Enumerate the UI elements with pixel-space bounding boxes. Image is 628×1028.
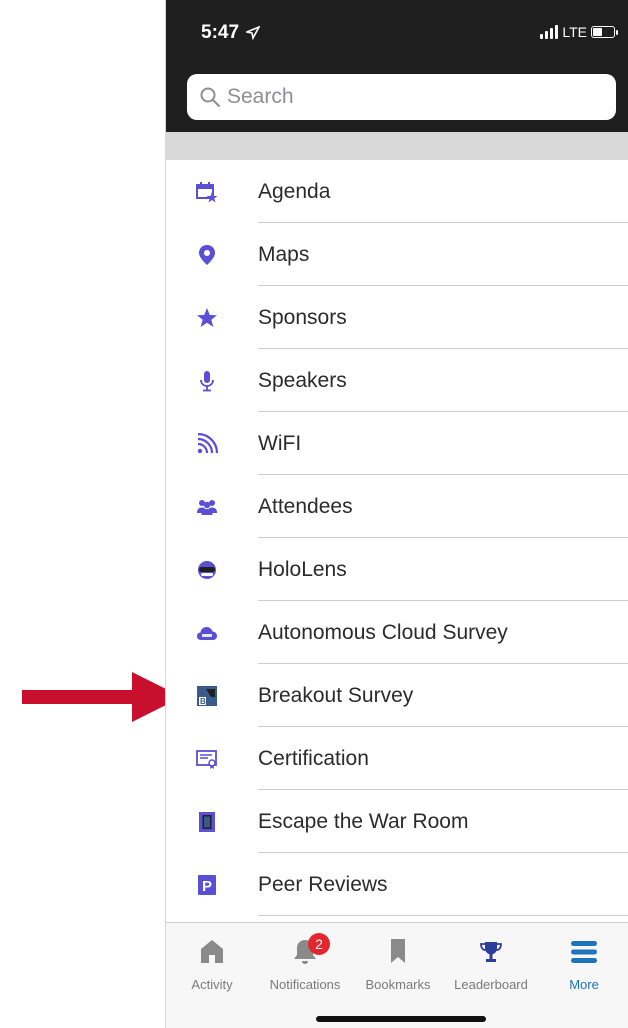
menu-item-label: Attendees [258,494,353,518]
svg-text:B: B [200,697,206,706]
map-pin-icon [196,244,218,266]
star-icon [196,307,218,329]
menu-item-wifi[interactable]: WiFI [166,412,628,475]
app-header: 5:47 LTE Search [166,0,628,132]
menu-item-breakout-survey[interactable]: B Breakout Survey [166,664,628,727]
tab-label: Notifications [269,977,341,992]
menu-item-sponsors[interactable]: Sponsors [166,286,628,349]
menu-item-speakers[interactable]: Speakers [166,349,628,412]
p-parking-icon: P [196,874,218,896]
tab-leaderboard[interactable]: Leaderboard [445,931,537,1001]
certificate-icon [196,748,218,770]
microphone-icon [196,370,218,392]
menu-item-label: WiFI [258,431,302,455]
network-type: LTE [562,24,587,40]
bell-icon [259,931,351,965]
red-pointer-arrow-icon [22,672,182,722]
battery-icon [591,26,618,38]
menu-item-label: Certification [258,746,369,770]
menu-item-autonomous-cloud-survey[interactable]: Autonomous Cloud Survey [166,601,628,664]
trophy-icon [445,931,537,965]
menu-item-label: Speakers [258,368,347,392]
menu-item-hololens[interactable]: HoloLens [166,538,628,601]
tab-notifications[interactable]: 2 Notifications [259,931,351,1001]
menu-item-label: Escape the War Room [258,809,469,833]
search-input[interactable]: Search [187,74,616,120]
menu-item-peer-reviews[interactable]: P Peer Reviews [166,853,628,916]
tab-bookmarks[interactable]: Bookmarks [352,931,444,1001]
status-time: 5:47 [201,22,262,44]
menu-item-label: Autonomous Cloud Survey [258,620,508,644]
location-arrow-icon [244,25,262,41]
home-indicator [316,1016,486,1022]
door-icon [196,811,218,833]
menu-item-certification[interactable]: Certification [166,727,628,790]
divider [258,915,628,916]
svg-text:P: P [202,878,212,895]
tab-label: Leaderboard [454,977,528,992]
wifi-icon [196,432,218,455]
tab-label: Bookmarks [365,977,431,992]
menu-item-label: Peer Reviews [258,872,388,896]
hololens-icon [196,559,218,581]
calendar-star-icon [196,181,218,203]
breakout-survey-icon: B [196,685,218,707]
search-icon [200,87,220,107]
home-icon [166,931,258,965]
acm-cloud-icon [196,622,218,644]
menu-item-agenda[interactable]: Agenda [166,160,628,223]
menu-item-maps[interactable]: Maps [166,223,628,286]
menu-item-label: Maps [258,242,310,266]
phone-screen: 5:47 LTE Search Agenda Maps Sponsors Spe… [165,0,628,1028]
tab-label: Activity [191,977,233,992]
tab-more[interactable]: More [538,931,628,1001]
section-spacer [166,132,628,160]
menu-item-attendees[interactable]: Attendees [166,475,628,538]
menu-item-label: Breakout Survey [258,683,414,707]
bookmark-icon [352,931,444,965]
tab-activity[interactable]: Activity [166,931,258,1001]
notification-badge: 2 [308,933,330,955]
hamburger-icon [538,931,628,965]
signal-icon [540,25,559,39]
people-icon [196,496,218,518]
menu-item-escape-the-war-room[interactable]: Escape the War Room [166,790,628,853]
menu-item-label: HoloLens [258,557,347,581]
more-menu-list: Agenda Maps Sponsors Speakers WiFI Atten… [166,160,628,916]
menu-item-label: Agenda [258,179,331,203]
search-placeholder: Search [227,85,294,108]
tab-label: More [569,977,599,992]
bottom-tab-bar: Activity 2 Notifications Bookmarks Leade… [166,922,628,1028]
menu-item-label: Sponsors [258,305,347,329]
status-indicators: LTE [540,24,618,40]
